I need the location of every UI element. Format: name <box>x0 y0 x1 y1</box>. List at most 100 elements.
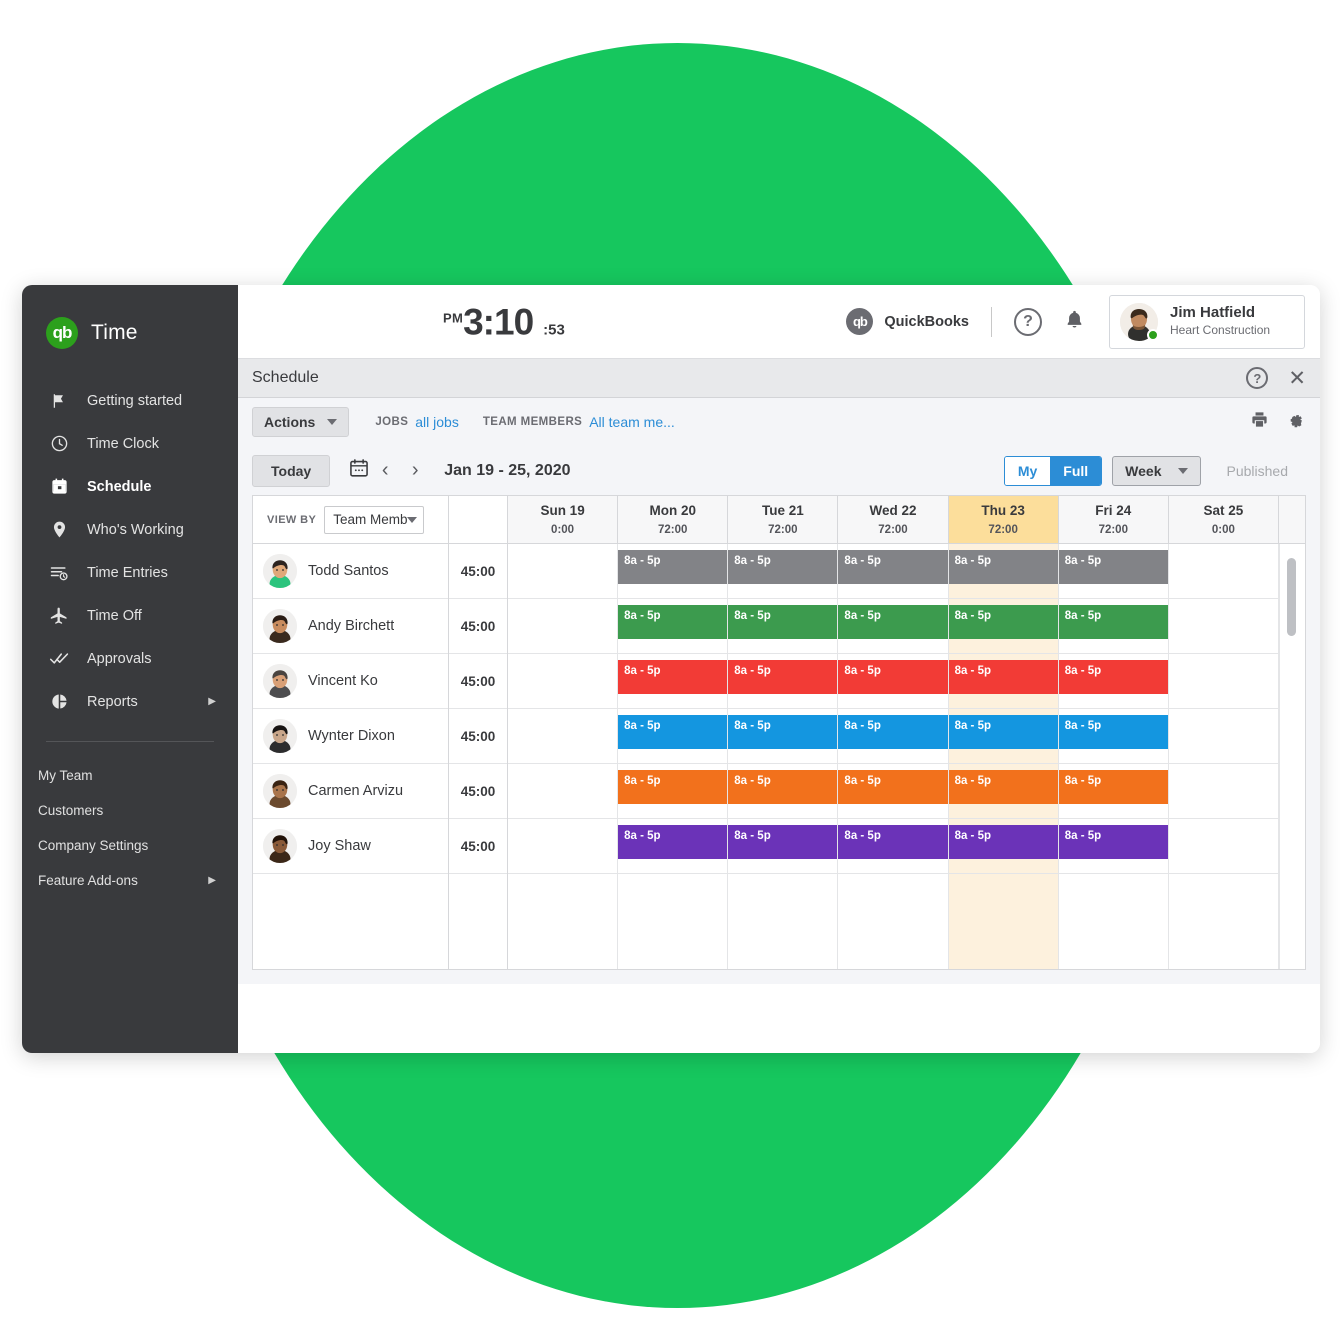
schedule-cell[interactable] <box>1168 819 1278 874</box>
schedule-cell[interactable]: 8a - 5p <box>728 764 838 819</box>
actions-button[interactable]: Actions <box>252 407 350 437</box>
schedule-event-block[interactable]: 8a - 5p <box>728 770 838 804</box>
calendar-picker-icon[interactable] <box>348 457 370 484</box>
schedule-event-block[interactable]: 8a - 5p <box>618 715 728 749</box>
schedule-cell[interactable]: 8a - 5p <box>1058 819 1168 874</box>
schedule-cell[interactable]: 8a - 5p <box>948 709 1058 764</box>
schedule-cell[interactable] <box>508 709 618 764</box>
schedule-cell[interactable]: 8a - 5p <box>1058 764 1168 819</box>
schedule-cell[interactable] <box>508 654 618 709</box>
sidebar-item-reports-group[interactable]: Reports ▶ <box>22 680 238 723</box>
published-button[interactable]: Published <box>1211 463 1305 479</box>
schedule-cell[interactable]: 8a - 5p <box>618 709 728 764</box>
schedule-event-block[interactable]: 8a - 5p <box>1058 660 1168 694</box>
schedule-cell[interactable] <box>508 544 618 599</box>
schedule-event-block[interactable]: 8a - 5p <box>728 825 838 859</box>
schedule-event-block[interactable]: 8a - 5p <box>728 605 838 639</box>
panel-help-icon[interactable]: ? <box>1246 367 1269 389</box>
sidebar-item-reports[interactable]: Approvals <box>22 637 238 680</box>
schedule-event-block[interactable]: 8a - 5p <box>948 825 1058 859</box>
sidebar-item-time-entries[interactable]: Time Entries <box>22 551 238 594</box>
table-row[interactable]: Joy Shaw <box>253 819 448 874</box>
schedule-event-block[interactable]: 8a - 5p <box>618 660 728 694</box>
next-week-button[interactable]: › <box>400 456 430 486</box>
schedule-event-block[interactable]: 8a - 5p <box>838 550 948 584</box>
jobs-filter-value[interactable]: all jobs <box>415 414 459 430</box>
schedule-event-block[interactable]: 8a - 5p <box>838 715 948 749</box>
table-row[interactable]: Wynter Dixon <box>253 709 448 764</box>
schedule-cell[interactable]: 8a - 5p <box>728 654 838 709</box>
print-icon[interactable] <box>1250 410 1269 434</box>
quickbooks-badge[interactable]: qb QuickBooks <box>846 308 969 335</box>
schedule-event-block[interactable]: 8a - 5p <box>728 550 838 584</box>
day-header-cell[interactable]: Fri 24 72:00 <box>1058 496 1169 543</box>
schedule-cell[interactable]: 8a - 5p <box>618 599 728 654</box>
schedule-event-block[interactable]: 8a - 5p <box>728 715 838 749</box>
schedule-cell[interactable]: 8a - 5p <box>948 764 1058 819</box>
schedule-cell[interactable]: 8a - 5p <box>618 544 728 599</box>
table-row[interactable]: Todd Santos <box>253 544 448 599</box>
table-row[interactable]: Andy Birchett <box>253 599 448 654</box>
table-row[interactable]: Vincent Ko <box>253 654 448 709</box>
schedule-cell[interactable]: 8a - 5p <box>1058 544 1168 599</box>
schedule-cell[interactable] <box>1168 764 1278 819</box>
schedule-cell[interactable] <box>1168 709 1278 764</box>
team-members-filter-value[interactable]: All team me... <box>589 414 675 430</box>
schedule-event-block[interactable]: 8a - 5p <box>1058 825 1168 859</box>
schedule-cell[interactable]: 8a - 5p <box>1058 654 1168 709</box>
schedule-cell[interactable]: 8a - 5p <box>618 819 728 874</box>
sidebar-item-feature-addons[interactable]: Feature Add-ons ▶ <box>22 863 238 898</box>
day-header-cell[interactable]: Wed 22 72:00 <box>838 496 949 543</box>
view-scope-my[interactable]: My <box>1004 456 1051 485</box>
close-icon[interactable]: ✕ <box>1288 368 1306 389</box>
schedule-event-block[interactable]: 8a - 5p <box>1058 770 1168 804</box>
day-header-cell[interactable]: Sat 25 0:00 <box>1168 496 1279 543</box>
today-button[interactable]: Today <box>252 454 331 487</box>
schedule-cell[interactable]: 8a - 5p <box>728 599 838 654</box>
schedule-cell[interactable]: 8a - 5p <box>948 544 1058 599</box>
schedule-event-block[interactable]: 8a - 5p <box>618 770 728 804</box>
table-row[interactable]: Carmen Arvizu <box>253 764 448 819</box>
period-select[interactable]: Week <box>1112 455 1201 486</box>
help-icon[interactable]: ? <box>1014 307 1042 336</box>
day-header-cell[interactable]: Sun 19 0:00 <box>508 496 619 543</box>
schedule-cell[interactable] <box>1168 544 1278 599</box>
schedule-cell[interactable]: 8a - 5p <box>948 654 1058 709</box>
sidebar-item-whos-working[interactable]: Who's Working <box>22 508 238 551</box>
schedule-cell[interactable]: 8a - 5p <box>838 544 948 599</box>
schedule-cell[interactable] <box>1168 654 1278 709</box>
schedule-event-block[interactable]: 8a - 5p <box>948 605 1058 639</box>
schedule-cell[interactable] <box>508 599 618 654</box>
schedule-cell[interactable]: 8a - 5p <box>838 709 948 764</box>
schedule-cell[interactable]: 8a - 5p <box>838 654 948 709</box>
schedule-cell[interactable]: 8a - 5p <box>948 819 1058 874</box>
sidebar-item-schedule[interactable]: Schedule <box>22 465 238 508</box>
schedule-cell[interactable]: 8a - 5p <box>838 764 948 819</box>
schedule-event-block[interactable]: 8a - 5p <box>618 605 728 639</box>
previous-week-button[interactable]: ‹ <box>370 456 400 486</box>
schedule-event-block[interactable]: 8a - 5p <box>618 550 728 584</box>
schedule-cell[interactable]: 8a - 5p <box>838 819 948 874</box>
schedule-event-block[interactable]: 8a - 5p <box>948 660 1058 694</box>
gear-icon[interactable] <box>1285 410 1304 434</box>
schedule-cell[interactable]: 8a - 5p <box>728 544 838 599</box>
scrollbar-thumb[interactable] <box>1287 558 1296 636</box>
schedule-cell[interactable]: 8a - 5p <box>728 819 838 874</box>
brand-logo[interactable]: qb Time <box>22 309 238 349</box>
schedule-event-block[interactable]: 8a - 5p <box>838 825 948 859</box>
day-header-cell[interactable]: Mon 20 72:00 <box>618 496 729 543</box>
schedule-event-block[interactable]: 8a - 5p <box>948 770 1058 804</box>
schedule-cell[interactable]: 8a - 5p <box>1058 709 1168 764</box>
schedule-event-block[interactable]: 8a - 5p <box>838 605 948 639</box>
schedule-cell[interactable]: 8a - 5p <box>618 764 728 819</box>
schedule-event-block[interactable]: 8a - 5p <box>1058 715 1168 749</box>
schedule-cell[interactable]: 8a - 5p <box>618 654 728 709</box>
view-scope-full[interactable]: Full <box>1050 456 1102 485</box>
schedule-event-block[interactable]: 8a - 5p <box>618 825 728 859</box>
schedule-event-block[interactable]: 8a - 5p <box>948 550 1058 584</box>
schedule-event-block[interactable]: 8a - 5p <box>948 715 1058 749</box>
sidebar-item-company-settings[interactable]: Company Settings <box>22 828 238 863</box>
user-profile-card[interactable]: Jim Hatfield Heart Construction <box>1109 294 1305 349</box>
schedule-cell[interactable]: 8a - 5p <box>838 599 948 654</box>
schedule-cell[interactable]: 8a - 5p <box>948 599 1058 654</box>
